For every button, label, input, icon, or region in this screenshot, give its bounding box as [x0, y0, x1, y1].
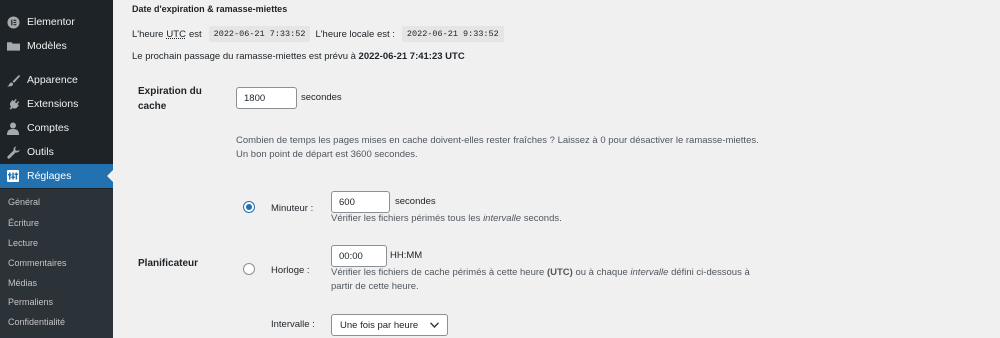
- menu-label-extensions: Extensions: [27, 98, 79, 110]
- clock-description: Vérifier les fichiers de cache périmés à…: [331, 266, 771, 294]
- timer-desc-em: intervalle: [483, 213, 522, 224]
- clock-label: Horloge :: [271, 265, 310, 276]
- submenu-lecture[interactable]: Lecture: [8, 238, 38, 248]
- radio-selected-dot: [246, 204, 252, 210]
- next-gc-time: 2022-06-21 7:41:23 UTC: [358, 51, 465, 62]
- local-time: 2022-06-21 9:33:52: [401, 26, 504, 42]
- settings-main: Date d'expiration & ramasse-miettes L'he…: [113, 0, 1000, 338]
- settings-icon: [6, 169, 20, 183]
- utc-suffix: est: [188, 28, 202, 40]
- clock-desc-em: intervalle: [630, 267, 669, 278]
- plugin-icon: [6, 97, 20, 111]
- time-row: L'heure UTC est 2022-06-21 7:33:52 L'heu…: [132, 26, 504, 42]
- submenu-ecriture[interactable]: Écriture: [8, 218, 39, 228]
- submenu-medias[interactable]: Médias: [8, 278, 37, 288]
- utc-abbr: UTC: [166, 28, 186, 40]
- elementor-icon: [6, 15, 20, 29]
- interval-label: Intervalle :: [271, 319, 315, 330]
- utc-prefix: L'heure: [132, 28, 164, 40]
- clock-input[interactable]: 00:00: [331, 245, 387, 267]
- menu-label-reglages: Réglages: [27, 170, 72, 182]
- clock-desc-line2: partir de cette heure.: [331, 281, 419, 292]
- timer-input[interactable]: 600: [331, 191, 390, 213]
- utc-time: 2022-06-21 7:33:52: [208, 26, 311, 42]
- clock-radio[interactable]: [243, 263, 255, 275]
- clock-desc-a: Vérifier les fichiers de cache périmés à…: [331, 267, 545, 278]
- expiration-label: Expiration du cache: [138, 86, 202, 112]
- folder-icon: [6, 39, 20, 53]
- menu-item-modeles[interactable]: Modèles: [0, 34, 113, 58]
- clock-unit: HH:MM: [390, 250, 423, 261]
- clock-desc-d: défini ci-dessous à: [671, 267, 750, 278]
- menu-item-reglages[interactable]: Réglages: [0, 164, 113, 188]
- expiration-desc-line1: Combien de temps les pages mises en cach…: [236, 135, 759, 146]
- wrench-icon: [6, 145, 20, 159]
- clock-desc-c: ou à chaque: [575, 267, 628, 278]
- submenu-commentaires[interactable]: Commentaires: [8, 258, 67, 268]
- expiration-unit: secondes: [301, 92, 342, 103]
- scheduler-label: Planificateur: [138, 258, 199, 269]
- submenu-general[interactable]: Général: [8, 197, 40, 207]
- next-gc-row: Le prochain passage du ramasse-miettes e…: [132, 51, 465, 62]
- submenu-permaliens[interactable]: Permaliens: [8, 297, 53, 307]
- clock-desc-line1: Vérifier les fichiers de cache périmés à…: [331, 266, 771, 280]
- menu-label-elementor: Elementor: [27, 16, 75, 28]
- local-label: L'heure locale est :: [315, 28, 395, 40]
- interval-select[interactable]: Une fois par heure: [331, 314, 448, 336]
- interval-selected: Une fois par heure: [340, 319, 419, 331]
- timer-desc-after: seconds.: [523, 213, 562, 224]
- menu-item-comptes[interactable]: Comptes: [0, 116, 113, 140]
- expiration-input[interactable]: 1800: [236, 87, 297, 109]
- menu-label-modeles: Modèles: [27, 40, 67, 52]
- timer-desc-before: Vérifier les fichiers périmés tous les: [331, 213, 481, 224]
- brush-icon: [6, 73, 20, 87]
- menu-label-comptes: Comptes: [27, 122, 70, 134]
- menu-label-outils: Outils: [27, 146, 54, 158]
- chevron-down-icon: [430, 322, 439, 328]
- menu-label-apparence: Apparence: [27, 74, 78, 86]
- menu-item-extensions[interactable]: Extensions: [0, 92, 113, 116]
- next-gc-text: Le prochain passage du ramasse-miettes e…: [132, 51, 356, 62]
- section-title: Date d'expiration & ramasse-miettes: [132, 4, 288, 14]
- expiration-description: Combien de temps les pages mises en cach…: [236, 134, 856, 162]
- admin-sidebar: Elementor Modèles Apparence Extensions C…: [0, 0, 113, 338]
- menu-item-elementor[interactable]: Elementor: [0, 10, 113, 34]
- menu-item-apparence[interactable]: Apparence: [0, 68, 113, 92]
- expiration-desc-line2: Un bon point de départ est 3600 secondes…: [236, 149, 418, 160]
- submenu-confidentialite[interactable]: Confidentialité: [8, 317, 65, 327]
- timer-unit: secondes: [395, 196, 436, 207]
- timer-label: Minuteur :: [271, 203, 314, 214]
- menu-item-outils[interactable]: Outils: [0, 140, 113, 164]
- settings-submenu: Général Écriture Lecture Commentaires Mé…: [0, 189, 113, 338]
- timer-description: Vérifier les fichiers périmés tous les i…: [331, 212, 562, 226]
- user-icon: [6, 121, 20, 135]
- clock-desc-b: (UTC): [546, 267, 573, 278]
- timer-radio[interactable]: [243, 201, 255, 213]
